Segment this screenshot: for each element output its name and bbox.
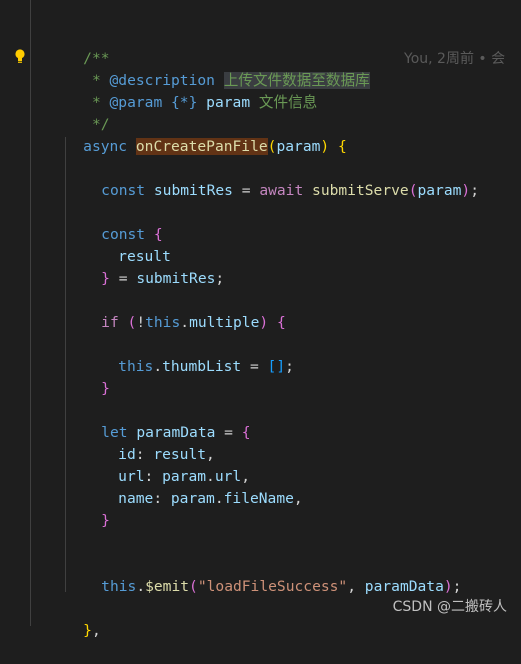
- code-line[interactable]: */: [48, 92, 110, 133]
- jsdoc-type: {*}: [162, 94, 207, 111]
- code-line[interactable]: * @param {*} param 文件信息: [48, 70, 317, 111]
- function-call: $emit: [145, 578, 190, 595]
- const-keyword: const: [101, 182, 154, 199]
- variable: param: [170, 490, 215, 507]
- code-line[interactable]: this.$emit("loadFileSuccess", paramData)…: [66, 554, 461, 595]
- property: fileName: [223, 490, 294, 507]
- paren: (: [127, 314, 137, 331]
- argument: paramData: [364, 578, 444, 595]
- argument: param: [417, 182, 462, 199]
- function-name: onCreatePanFile: [135, 138, 268, 155]
- await-keyword: await: [259, 182, 313, 199]
- brace: {: [241, 424, 251, 441]
- this-keyword: this: [118, 358, 154, 375]
- function-call: submitServe: [312, 182, 409, 199]
- comma: ,: [91, 622, 101, 639]
- operator: =: [232, 182, 260, 199]
- code-line[interactable]: id: result,: [83, 422, 215, 463]
- comma: ,: [347, 578, 365, 595]
- semicolon: ;: [285, 358, 294, 375]
- parameter: param: [276, 138, 321, 155]
- object-key: name: [118, 490, 154, 507]
- jsdoc-tag: @param: [109, 94, 163, 111]
- code-line[interactable]: const submitRes = await submitServe(para…: [66, 158, 479, 199]
- code-line[interactable]: async onCreatePanFile(param) {: [48, 114, 347, 155]
- code-line[interactable]: name: param.fileName,: [83, 466, 303, 507]
- property: thumbList: [162, 358, 242, 375]
- colon: :: [153, 490, 171, 507]
- indent-guide: [30, 0, 31, 626]
- code-line[interactable]: const {: [66, 202, 163, 243]
- operator: !: [136, 314, 146, 331]
- code-line[interactable]: /**: [48, 26, 109, 67]
- paren: (: [189, 578, 198, 595]
- jsdoc-param-name: param: [206, 94, 251, 111]
- code-line[interactable]: },: [48, 598, 101, 639]
- code-editor[interactable]: /** * @description 上传文件数据至数据库 You, 2周前 •…: [0, 0, 521, 639]
- this-keyword: this: [101, 578, 137, 595]
- git-blame-annotation[interactable]: You, 2周前 • 会: [404, 48, 505, 70]
- dot: .: [136, 578, 146, 595]
- operator: =: [215, 424, 242, 441]
- semicolon: ;: [215, 270, 225, 287]
- async-keyword: async: [83, 138, 136, 155]
- code-line[interactable]: result: [83, 224, 171, 265]
- semicolon: ;: [452, 578, 462, 595]
- watermark: CSDN @二搬砖人: [392, 599, 507, 615]
- code-line[interactable]: let paramData = {: [66, 400, 250, 441]
- dot: .: [153, 358, 163, 375]
- lightbulb-icon[interactable]: [13, 48, 27, 66]
- operator: =: [241, 358, 268, 375]
- variable: submitRes: [153, 182, 233, 199]
- code-line[interactable]: this.thumbList = [];: [83, 334, 294, 375]
- code-line[interactable]: * @description 上传文件数据至数据库: [48, 48, 370, 89]
- comment-text: 文件信息: [250, 94, 318, 111]
- paren: ): [461, 182, 471, 199]
- dot: .: [214, 490, 224, 507]
- property: multiple: [189, 314, 260, 331]
- brace: }: [83, 622, 92, 639]
- this-keyword: this: [145, 314, 181, 331]
- code-line[interactable]: }: [66, 356, 110, 397]
- if-keyword: if: [101, 314, 128, 331]
- code-line[interactable]: }: [66, 488, 110, 529]
- brace: }: [101, 270, 110, 287]
- brace: }: [101, 380, 110, 397]
- variable: submitRes: [136, 270, 216, 287]
- paren: ): [259, 314, 269, 331]
- paren: ): [320, 138, 330, 155]
- code-line[interactable]: if (!this.multiple) {: [66, 290, 286, 331]
- brace: }: [101, 512, 110, 529]
- semicolon: ;: [470, 182, 480, 199]
- paren: ): [443, 578, 453, 595]
- comma: ,: [293, 490, 303, 507]
- code-line[interactable]: } = submitRes;: [66, 246, 224, 287]
- string-literal: "loadFileSuccess": [197, 578, 348, 595]
- brace: {: [268, 314, 286, 331]
- operator: =: [109, 270, 137, 287]
- brace: {: [329, 138, 347, 155]
- dot: .: [180, 314, 190, 331]
- code-line[interactable]: url: param.url,: [83, 444, 250, 485]
- array-literal: []: [267, 358, 286, 375]
